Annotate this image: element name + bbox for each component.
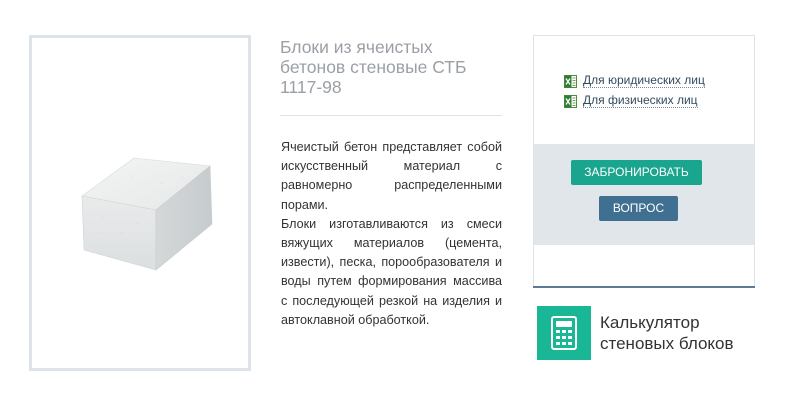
calculator-icon-box	[537, 306, 591, 360]
calculator-link[interactable]: Калькулятор стеновых блоков	[537, 306, 760, 360]
product-image-frame	[29, 35, 251, 371]
action-area: ЗАБРОНИРОВАТЬ ВОПРОС	[534, 144, 754, 245]
product-description: Ячеистый бетон представляет собой искусс…	[281, 138, 502, 330]
calculator-label[interactable]: Калькулятор стеновых блоков	[600, 312, 760, 354]
order-panel: Для юридических лиц Для физических лиц З…	[533, 35, 755, 288]
product-title: Блоки из ячеистых бетонов стеновые СТБ 1…	[280, 37, 467, 97]
price-link-individual-label[interactable]: Для физических лиц	[583, 94, 698, 108]
description-paragraph-1: Ячеистый бетон представляет собой искусс…	[281, 140, 502, 212]
panel-bottom-border	[533, 286, 755, 288]
excel-icon	[564, 74, 577, 88]
price-link-individual[interactable]: Для физических лиц	[564, 91, 705, 111]
question-button[interactable]: ВОПРОС	[599, 196, 678, 221]
price-links: Для юридических лиц Для физических лиц	[564, 71, 705, 111]
book-button[interactable]: ЗАБРОНИРОВАТЬ	[571, 160, 702, 185]
excel-icon	[564, 94, 577, 108]
calculator-icon	[551, 316, 577, 350]
price-link-legal[interactable]: Для юридических лиц	[564, 71, 705, 91]
price-link-legal-label[interactable]: Для юридических лиц	[583, 74, 705, 88]
description-paragraph-2: Блоки изготавливаются из смеси вяжущих м…	[281, 216, 502, 327]
concrete-block-image	[81, 157, 213, 271]
title-divider	[280, 115, 502, 116]
